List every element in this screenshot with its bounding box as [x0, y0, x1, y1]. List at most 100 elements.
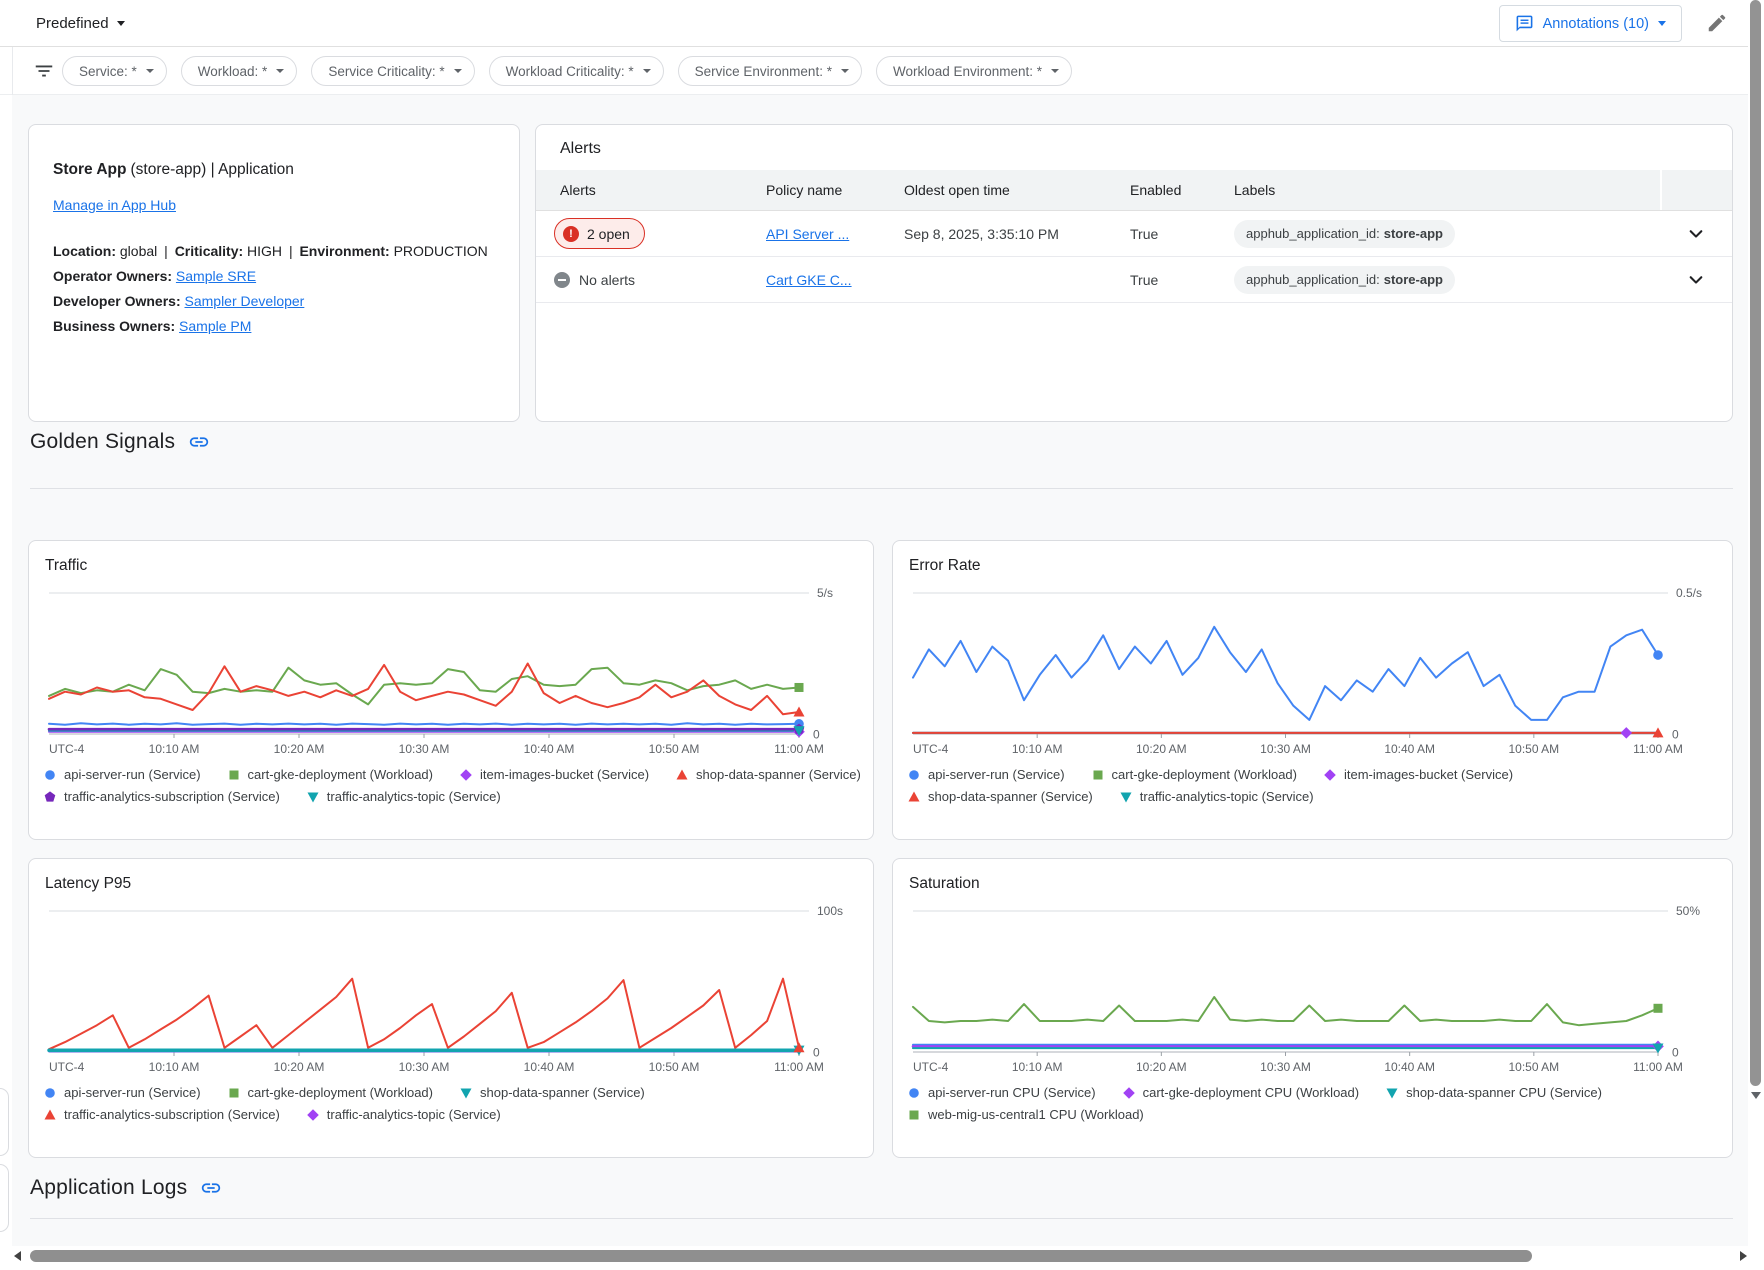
legend-item[interactable]: cart-gke-deployment CPU (Workload): [1122, 1085, 1360, 1100]
legend-item[interactable]: api-server-run CPU (Service): [907, 1085, 1096, 1100]
svg-text:10:40 AM: 10:40 AM: [524, 742, 575, 756]
pencil-icon: [1706, 12, 1728, 34]
legend-item[interactable]: api-server-run (Service): [907, 767, 1065, 782]
app-name: Store App: [53, 161, 126, 178]
operator-owner-link[interactable]: Sample SRE: [176, 268, 256, 284]
horizontal-scrollbar-thumb[interactable]: [30, 1250, 1532, 1262]
svg-text:10:20 AM: 10:20 AM: [1136, 1060, 1187, 1074]
vertical-scrollbar-thumb[interactable]: [1750, 0, 1761, 1086]
location-value: global: [120, 243, 157, 259]
manage-in-app-hub-link[interactable]: Manage in App Hub: [53, 197, 176, 213]
business-owner-link[interactable]: Sample PM: [179, 318, 251, 334]
filter-chip-workload-environment[interactable]: Workload Environment: *: [876, 56, 1072, 86]
scroll-left-arrow[interactable]: [14, 1251, 21, 1261]
svg-text:0: 0: [1672, 1046, 1679, 1060]
top-toolbar: Predefined Annotations (10): [0, 0, 1764, 47]
left-panel-handle[interactable]: [0, 1088, 9, 1156]
legend-label: item-images-bucket (Service): [480, 767, 649, 782]
left-panel-handle[interactable]: [0, 1164, 9, 1232]
legend-item[interactable]: traffic-analytics-topic (Service): [1119, 789, 1314, 804]
legend-item[interactable]: api-server-run (Service): [43, 1085, 201, 1100]
column-header-alerts: Alerts: [536, 182, 766, 198]
column-header-expand: [1660, 170, 1732, 210]
legend-label: cart-gke-deployment (Workload): [248, 1085, 433, 1100]
filter-chip-workload[interactable]: Workload: *: [181, 56, 298, 86]
chart-title: Error Rate: [909, 557, 1732, 575]
legend-label: shop-data-spanner CPU (Service): [1406, 1085, 1602, 1100]
link-icon[interactable]: [200, 1177, 222, 1199]
legend-label: traffic-analytics-topic (Service): [327, 789, 501, 804]
chip-label: Workload Environment: *: [893, 64, 1042, 79]
edit-dashboard-button[interactable]: [1706, 12, 1730, 36]
traffic-chart-plot[interactable]: 5/s010:10 AM10:20 AM10:30 AM10:40 AM10:5…: [41, 579, 861, 765]
filter-chip-workload-criticality[interactable]: Workload Criticality: *: [489, 56, 664, 86]
expand-row-button[interactable]: [1660, 223, 1732, 245]
annotations-button[interactable]: Annotations (10): [1499, 5, 1682, 42]
legend-item[interactable]: traffic-analytics-topic (Service): [306, 789, 501, 804]
legend-item[interactable]: traffic-analytics-subscription (Service): [43, 789, 280, 804]
view-selector-dropdown[interactable]: Predefined: [36, 0, 125, 46]
filter-chip-service-environment[interactable]: Service Environment: *: [678, 56, 862, 86]
legend-item[interactable]: cart-gke-deployment (Workload): [227, 1085, 433, 1100]
chevron-down-icon: [1685, 223, 1707, 245]
policy-link[interactable]: API Server ...: [766, 226, 849, 242]
pentagon-marker-icon: [43, 790, 57, 804]
svg-text:UTC-4: UTC-4: [913, 742, 949, 756]
column-header-oldest-open-time: Oldest open time: [904, 182, 1130, 198]
tri-down-marker-icon: [459, 1086, 473, 1100]
legend-item[interactable]: shop-data-spanner CPU (Service): [1385, 1085, 1602, 1100]
environment-label: Environment:: [299, 243, 389, 259]
tri-up-marker-icon: [43, 1108, 57, 1122]
vertical-scrollbar: [1748, 0, 1764, 1270]
error-rate-chart-plot[interactable]: 0.5/s010:10 AM10:20 AM10:30 AM10:40 AM10…: [905, 579, 1720, 765]
svg-text:0: 0: [1672, 728, 1679, 742]
legend-item[interactable]: cart-gke-deployment (Workload): [227, 767, 433, 782]
developer-owners-line: Developer Owners: Sampler Developer: [53, 289, 495, 314]
label-value: store-app: [1384, 272, 1443, 287]
chevron-down-icon: [1051, 69, 1059, 73]
expand-row-button[interactable]: [1660, 269, 1732, 291]
filter-chip-service[interactable]: Service: *: [62, 56, 167, 86]
developer-owner-link[interactable]: Sampler Developer: [185, 293, 305, 309]
saturation-chart-plot[interactable]: 50%010:10 AM10:20 AM10:30 AM10:40 AM10:5…: [905, 897, 1720, 1083]
open-alerts-badge[interactable]: ! 2 open: [554, 218, 645, 249]
filter-chip-service-criticality[interactable]: Service Criticality: *: [311, 56, 474, 86]
legend-item[interactable]: item-images-bucket (Service): [1323, 767, 1513, 782]
policy-link[interactable]: Cart GKE C...: [766, 272, 852, 288]
chip-label: Service Environment: *: [695, 64, 832, 79]
legend-label: item-images-bucket (Service): [1344, 767, 1513, 782]
svg-text:10:20 AM: 10:20 AM: [1136, 742, 1187, 756]
latency-p95-chart-plot[interactable]: 100s010:10 AM10:20 AM10:30 AM10:40 AM10:…: [41, 897, 861, 1083]
label-key: apphub_application_id:: [1246, 226, 1380, 241]
legend-item[interactable]: item-images-bucket (Service): [459, 767, 649, 782]
meta-separator: |: [289, 243, 293, 259]
legend-item[interactable]: traffic-analytics-subscription (Service): [43, 1107, 280, 1122]
scroll-down-arrow[interactable]: [1751, 1092, 1761, 1099]
link-icon[interactable]: [188, 431, 210, 453]
svg-text:10:30 AM: 10:30 AM: [1260, 1060, 1311, 1074]
legend-item[interactable]: shop-data-spanner (Service): [459, 1085, 645, 1100]
chip-label: Service Criticality: *: [328, 64, 444, 79]
legend-label: traffic-analytics-topic (Service): [1140, 789, 1314, 804]
column-header-enabled: Enabled: [1130, 182, 1234, 198]
app-name-suffix: (store-app) | Application: [130, 161, 293, 178]
square-marker-icon: [907, 1108, 921, 1122]
svg-text:50%: 50%: [1676, 904, 1700, 918]
chevron-down-icon: [454, 69, 462, 73]
legend-label: api-server-run (Service): [64, 767, 201, 782]
legend-item[interactable]: shop-data-spanner (Service): [675, 767, 861, 782]
legend-item[interactable]: traffic-analytics-topic (Service): [306, 1107, 501, 1122]
svg-text:10:20 AM: 10:20 AM: [274, 1060, 325, 1074]
criticality-value: HIGH: [247, 243, 282, 259]
square-marker-icon: [1091, 768, 1105, 782]
scroll-right-arrow[interactable]: [1740, 1251, 1747, 1261]
svg-text:0: 0: [813, 728, 820, 742]
application-logs-title: Application Logs: [30, 1176, 187, 1200]
svg-text:11:00 AM: 11:00 AM: [774, 1060, 824, 1074]
legend-item[interactable]: shop-data-spanner (Service): [907, 789, 1093, 804]
legend-item[interactable]: cart-gke-deployment (Workload): [1091, 767, 1297, 782]
legend-item[interactable]: api-server-run (Service): [43, 767, 201, 782]
location-label: Location:: [53, 243, 116, 259]
legend-item[interactable]: web-mig-us-central1 CPU (Workload): [907, 1107, 1144, 1122]
svg-text:10:30 AM: 10:30 AM: [399, 742, 450, 756]
